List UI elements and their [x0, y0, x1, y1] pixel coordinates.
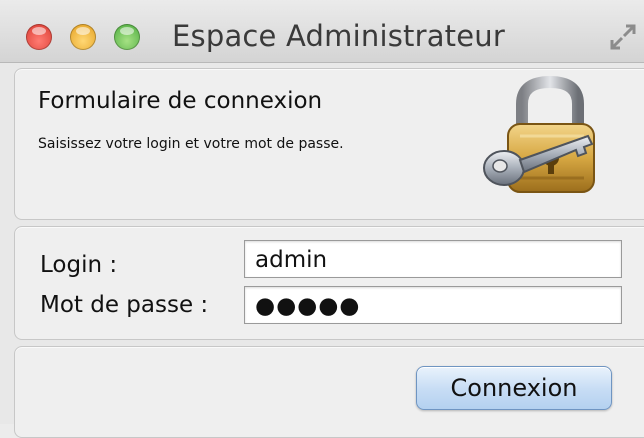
window-titlebar[interactable]: Espace Administrateur [0, 0, 644, 63]
form-subtitle: Saisissez votre login et votre mot de pa… [38, 136, 344, 152]
fullscreen-icon[interactable] [606, 20, 640, 54]
window-title: Espace Administrateur [172, 19, 505, 53]
padlock-key-icon [483, 75, 595, 193]
close-icon[interactable] [26, 24, 52, 50]
password-input[interactable]: ●●●●● [244, 286, 622, 324]
zoom-icon[interactable] [114, 24, 140, 50]
login-input[interactable]: admin [244, 240, 622, 278]
password-label: Mot de passe : [40, 292, 209, 318]
minimize-icon[interactable] [70, 24, 96, 50]
form-title: Formulaire de connexion [38, 88, 323, 114]
login-window: Espace Administrateur Formulaire de conn… [0, 0, 644, 438]
connexion-button[interactable]: Connexion [416, 366, 612, 410]
login-label: Login : [40, 252, 118, 278]
